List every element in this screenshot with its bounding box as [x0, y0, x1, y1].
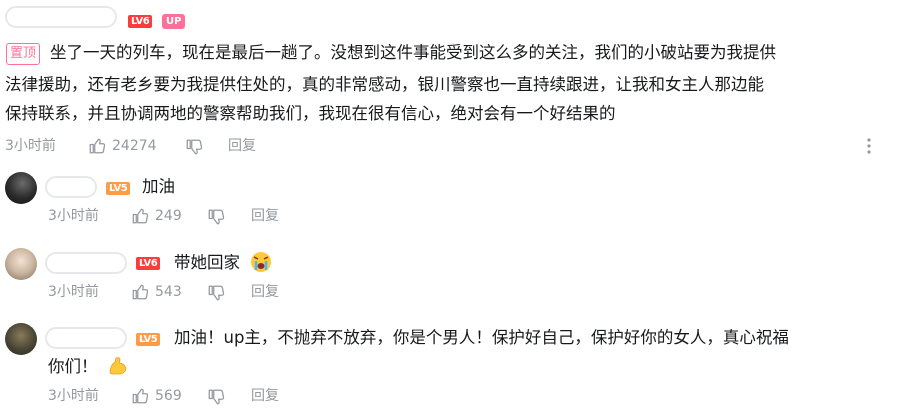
up-badge: UP — [162, 14, 186, 29]
username-redacted[interactable] — [5, 6, 117, 28]
reply-button[interactable]: 回复 — [228, 136, 256, 156]
avatar[interactable] — [5, 172, 37, 204]
more-vertical-icon[interactable] — [865, 137, 873, 155]
username-redacted[interactable] — [45, 176, 97, 198]
user-level-badge: LV5 — [106, 182, 131, 195]
like-icon[interactable] — [88, 137, 106, 155]
reply-time: 3小时前 — [48, 388, 99, 404]
comment-text-line: 坐了一天的列车，现在是最后一趟了。没想到这件事能受到这么多的关注，我们的小破站要… — [50, 43, 776, 62]
like-icon[interactable] — [131, 283, 149, 301]
reply-button[interactable]: 回复 — [251, 206, 279, 226]
comment-time: 3小时前 — [5, 138, 56, 154]
reply-text: 带她回家 — [174, 253, 240, 272]
reply-text: 加油 — [142, 177, 175, 196]
reply-button[interactable]: 回复 — [251, 386, 279, 406]
avatar[interactable] — [5, 248, 37, 280]
reply-button[interactable]: 回复 — [251, 282, 279, 302]
reply-time: 3小时前 — [48, 208, 99, 224]
pinned-badge: 置顶 — [6, 43, 41, 65]
user-level-badge: LV5 — [136, 333, 161, 346]
reply-text-line: 加油！up主，不抛弃不放弃，你是个男人！保护好自己，保护好你的女人，真心祝福 — [174, 328, 789, 347]
strong-arm-emoji — [109, 357, 127, 375]
like-count: 543 — [155, 284, 182, 300]
dislike-icon[interactable] — [207, 388, 225, 406]
username-redacted[interactable] — [45, 252, 127, 274]
username-redacted[interactable] — [45, 327, 127, 349]
like-count: 249 — [155, 208, 182, 224]
comment-text-line: 保持联系，并且协调两地的警察帮助我们，我现在很有信心，绝对会有一个好结果的 — [5, 104, 616, 123]
user-level-badge: LV6 — [128, 15, 153, 28]
dislike-icon[interactable] — [185, 138, 203, 156]
reply-time: 3小时前 — [48, 284, 99, 300]
like-count: 569 — [155, 388, 182, 404]
user-level-badge: LV6 — [136, 257, 161, 270]
avatar[interactable] — [5, 323, 37, 355]
like-count: 24274 — [112, 138, 157, 154]
like-icon[interactable] — [131, 387, 149, 405]
dislike-icon[interactable] — [207, 284, 225, 302]
comment-text-line: 法律援助，还有老乡要为我提供住处的，真的非常感动，银川警察也一直持续跟进，让我和… — [5, 75, 764, 94]
crying-emoji — [251, 252, 271, 272]
reply-text-line: 你们！ — [48, 357, 98, 376]
dislike-icon[interactable] — [207, 208, 225, 226]
like-icon[interactable] — [131, 207, 149, 225]
